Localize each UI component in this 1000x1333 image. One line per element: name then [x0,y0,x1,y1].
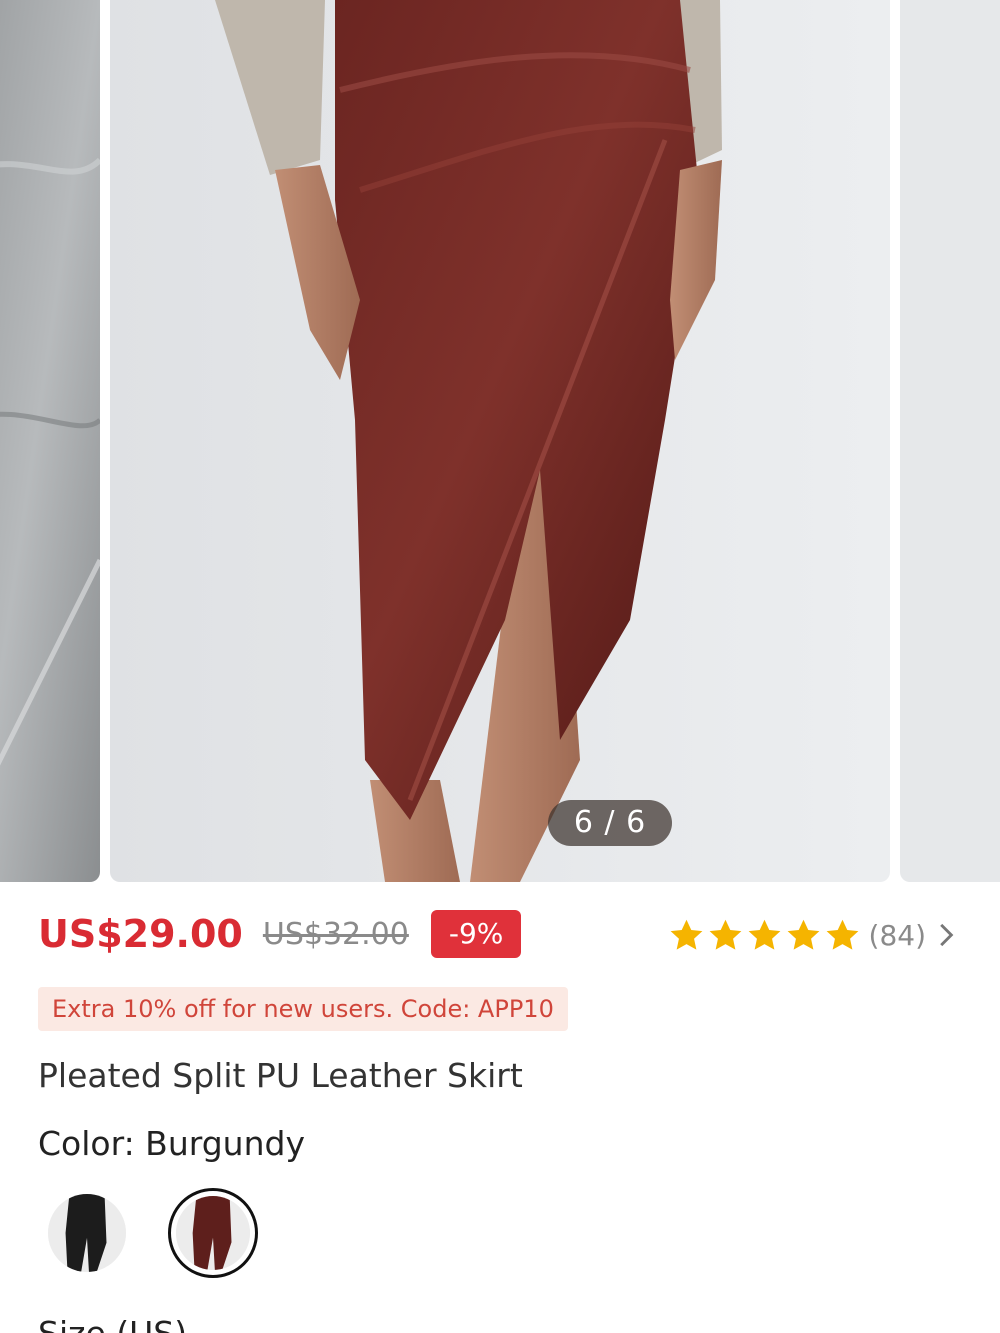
chevron-right-icon [940,923,954,947]
review-count: (84) [868,918,926,952]
star-icon [748,919,780,950]
color-swatch-black[interactable] [48,1194,126,1272]
new-user-promo-banner: Extra 10% off for new users. Code: APP10 [38,987,568,1031]
star-icon [826,919,858,950]
price-row: US$29.00 US$32.00 -9% [38,908,522,960]
next-slide-image[interactable] [900,0,1000,882]
black-skirt-thumbnail [48,1194,126,1272]
previous-slide-image[interactable] [0,0,100,882]
rating-summary[interactable]: (84) [668,912,956,958]
rating-stars [668,917,861,954]
light-background-image [900,0,1000,882]
current-slide-image[interactable]: 6 / 6 [110,0,890,882]
product-image-carousel[interactable]: 6 / 6 [0,0,1000,882]
star-icon [787,919,819,950]
color-swatches [48,1188,258,1278]
star-icon [670,919,702,950]
current-price: US$29.00 [38,912,243,956]
burgundy-skirt-image [110,0,890,882]
product-title: Pleated Split PU Leather Skirt [38,1056,523,1095]
discount-badge: -9% [430,910,522,958]
size-label: Size (US) [38,1314,187,1333]
original-price: US$32.00 [262,916,409,952]
selected-color-label: Color: Burgundy [38,1124,305,1163]
color-swatch-burgundy[interactable] [168,1188,258,1278]
burgundy-skirt-thumbnail [176,1196,250,1270]
gray-leather-image [0,0,100,882]
image-counter: 6 / 6 [548,800,672,846]
star-icon [709,919,741,950]
